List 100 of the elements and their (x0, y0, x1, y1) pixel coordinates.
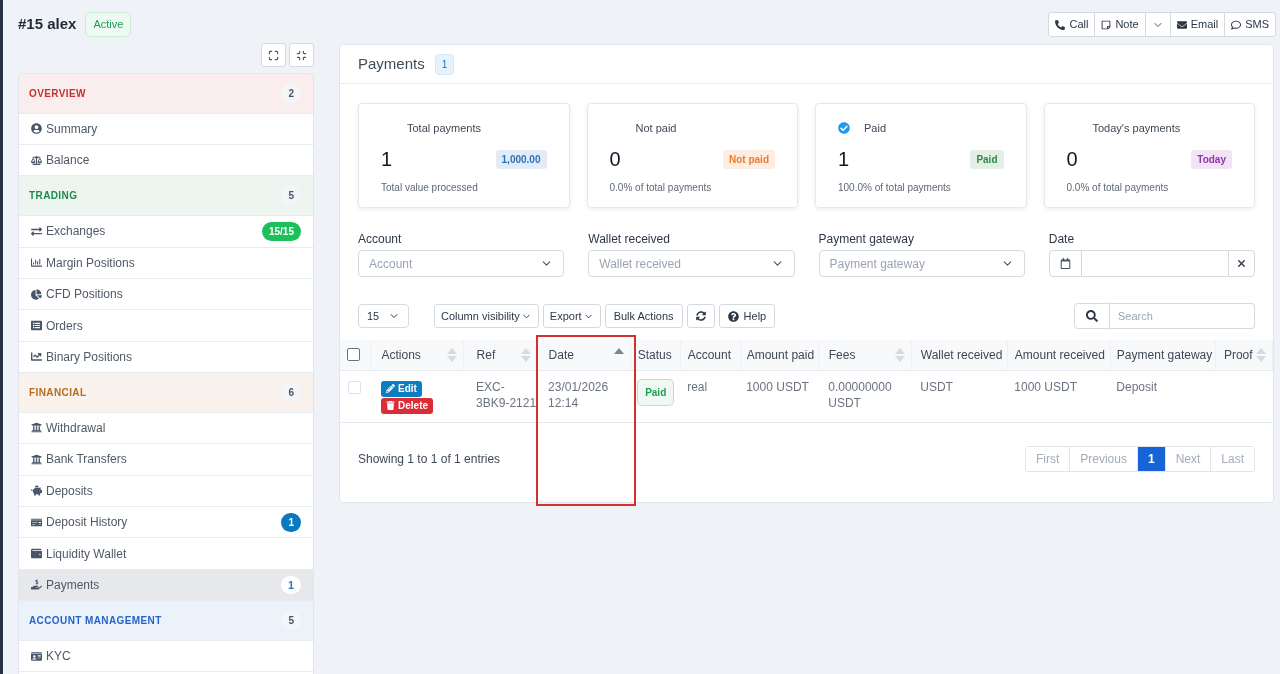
section-header[interactable]: TRADING 5 (19, 176, 313, 217)
column-header[interactable]: Payment gateway (1110, 340, 1216, 370)
expand-icon (268, 49, 279, 61)
pie-chart-icon (31, 288, 42, 300)
stat-note: 0.0% of total payments (609, 181, 713, 195)
table-cell-text: 23/01/2026 12:14 (548, 378, 610, 411)
id-card-icon (31, 650, 42, 662)
scale-icon (31, 154, 42, 166)
sms-button[interactable]: SMS (1224, 13, 1275, 36)
section-header[interactable]: FINANCIAL 6 (19, 373, 313, 413)
stat-title: Today's payments (1092, 120, 1181, 136)
stat-title: Not paid (635, 120, 677, 136)
chat-bubble-icon (1231, 19, 1242, 30)
bar-chart-icon (31, 257, 42, 269)
section-header[interactable]: ACCOUNT MANAGEMENT 5 (19, 601, 313, 641)
delete-button[interactable]: Delete (381, 397, 434, 414)
envelope-icon (1176, 19, 1187, 30)
count-badge: 1 (434, 53, 455, 75)
refresh-icon (695, 311, 706, 321)
line-chart-icon (31, 351, 42, 363)
table-cell-text: USDT (920, 378, 954, 395)
filter-label: Payment gateway (818, 232, 915, 247)
count-badge: 15/15 (261, 221, 301, 241)
close-icon (1236, 258, 1247, 269)
stat-title: Paid (864, 120, 887, 136)
stat-tag: Not paid (723, 149, 775, 169)
checkbox[interactable] (347, 348, 360, 362)
stat-tag: 1,000.00 (495, 149, 547, 169)
filter-label: Date (1048, 232, 1076, 247)
section-title: ACCOUNT MANAGEMENT (29, 614, 162, 628)
column-header[interactable]: Ref (463, 340, 538, 370)
column-header[interactable]: Status (630, 340, 681, 370)
stat-tag: Paid (970, 149, 1004, 169)
dropdown-button[interactable]: Column visibility (434, 304, 539, 328)
clear-button[interactable] (1228, 250, 1255, 277)
stat-value: 1 (381, 147, 393, 172)
sidebar-item[interactable]: Payments 1 (19, 569, 313, 602)
customer-title: #15 alex (18, 14, 77, 35)
table-cell-text: Deposit (1116, 378, 1159, 395)
phone-icon (1055, 19, 1066, 30)
date-field[interactable] (1081, 250, 1228, 277)
search-button[interactable] (1074, 303, 1110, 329)
column-header[interactable]: Account (680, 340, 741, 370)
section-header[interactable]: OVERVIEW 2 (19, 74, 313, 114)
stat-tag: Today (1191, 149, 1232, 169)
table-info: Showing 1 to 1 of 1 entries (358, 450, 501, 468)
stat-title: Total payments (407, 120, 481, 136)
action-button[interactable]: Bulk Actions (604, 304, 683, 328)
help-button[interactable]: Help (718, 304, 776, 328)
collapse-button[interactable] (289, 43, 314, 67)
calendar-icon (1059, 258, 1071, 269)
edit-button[interactable]: Edit (381, 380, 422, 397)
page-button[interactable]: 1 (1136, 446, 1165, 471)
note-icon (1101, 19, 1112, 30)
count-badge: 1 (281, 512, 301, 532)
table-cell-text: 1000 USDT (1014, 378, 1078, 395)
stat-note: Total value processed (381, 181, 479, 195)
column-header[interactable]: Wallet received (911, 340, 1008, 370)
note-button[interactable]: Note (1094, 13, 1145, 36)
count-badge: 5 (281, 186, 301, 206)
count-badge: 5 (281, 611, 301, 630)
count-badge: 1 (280, 575, 301, 595)
refresh-button[interactable] (686, 304, 715, 328)
wallet-icon (31, 548, 42, 560)
column-header[interactable]: Fees (818, 340, 912, 370)
count-badge: 2 (281, 83, 301, 103)
count-badge: 6 (281, 382, 301, 402)
column-header[interactable]: Actions (370, 340, 464, 370)
email-button[interactable]: Email (1169, 13, 1225, 36)
table-cell: EXC-3BK9-2121 (476, 378, 538, 411)
calendar-button[interactable] (1048, 250, 1082, 277)
stat-value: 0 (1066, 147, 1078, 172)
column-header[interactable]: Proof (1215, 340, 1273, 370)
column-header[interactable]: Amount paid (740, 340, 819, 370)
table-cell-text: 0.00000000 USDT (828, 378, 893, 411)
list-icon (31, 320, 42, 331)
column-header[interactable]: Amount received (1007, 340, 1111, 370)
filter-label: Account (358, 232, 403, 247)
filter-label: Wallet received (588, 232, 671, 247)
bank-icon (31, 453, 42, 465)
table-cell-text: real (687, 378, 709, 395)
card-icon (31, 516, 42, 528)
stat-value: 0 (609, 147, 621, 172)
page-size-select[interactable]: 15 (358, 304, 409, 328)
expand-button[interactable] (261, 43, 286, 67)
stat-note: 0.0% of total payments (1066, 181, 1170, 195)
status-badge: Active (85, 12, 132, 37)
dropdown-button[interactable]: Export (542, 304, 601, 328)
section-title: FINANCIAL (29, 385, 87, 400)
trash-icon (386, 401, 395, 410)
stat-value: 1 (838, 147, 850, 172)
table-cell-text: 1000 USDT (746, 378, 810, 395)
column-header[interactable]: Date (537, 340, 631, 370)
search-field[interactable]: Search (1110, 303, 1255, 329)
stat-note: 100.0% of total payments (838, 181, 952, 195)
call-button[interactable]: Call (1049, 13, 1095, 36)
section-title: OVERVIEW (29, 86, 86, 101)
status-badge: Paid (637, 378, 675, 406)
help-icon (727, 310, 739, 322)
arrows-icon (31, 225, 42, 237)
